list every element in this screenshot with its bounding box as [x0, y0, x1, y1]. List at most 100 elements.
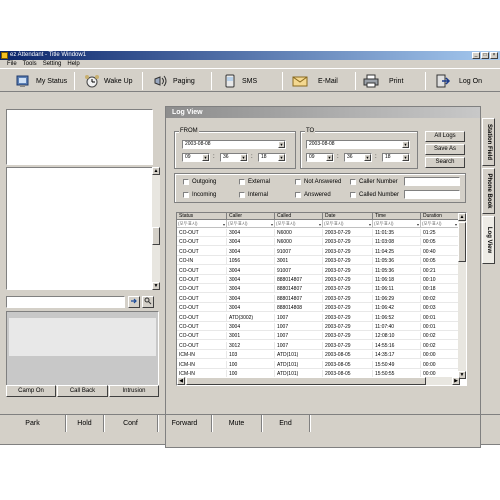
mute-button[interactable]: Mute [212, 415, 262, 432]
table-row[interactable]: CO-OUT 3004 1007 2003-07-29 11:07:40 00:01 [177, 323, 459, 331]
table-row[interactable]: CO-OUT 3004 888014807 2003-07-29 11:06:29 00:… [177, 294, 459, 303]
tab-phone-book[interactable]: Phone Book [482, 168, 495, 214]
table-row[interactable]: CO-OUT 3004 91007 2003-07-29 11:05:36 00:21 [177, 266, 459, 275]
log-table[interactable]: Status Caller Called Date Time Duration (모두표시… [176, 212, 467, 386]
internal-checkbox[interactable]: Internal [239, 192, 268, 198]
table-row[interactable]: CO-OUT 3001 1007 2003-07-29 12:08:10 00:02 [177, 332, 459, 341]
wakeup-icon [85, 75, 99, 88]
filter-icon[interactable]: ▾ [369, 221, 371, 228]
filter-icon[interactable]: ▾ [455, 221, 457, 228]
column-filter[interactable]: (모두표시) ▾ [323, 220, 373, 228]
table-row[interactable]: CO-OUT 3004 888014807 2003-07-29 11:06:11 00:… [177, 285, 459, 294]
column-filter[interactable]: (모두표시) ▾ [177, 220, 227, 228]
close-button[interactable]: × [490, 52, 498, 59]
email-button[interactable]: E-Mail [292, 72, 338, 90]
forward-button[interactable]: Forward [158, 415, 212, 432]
scroll-left-icon[interactable]: ◀ [177, 377, 185, 385]
table-row[interactable]: CO-OUT 3012 1007 2003-07-29 14:55:16 00:02 [177, 341, 459, 350]
to-minute-select[interactable]: 36 ▼ [344, 153, 372, 162]
column-filter[interactable]: (모두표시) ▾ [373, 220, 421, 228]
left-scrollbar[interactable]: ▲ ▼ [152, 167, 160, 290]
log-on-button[interactable]: Log On [435, 72, 482, 90]
from-hour-select[interactable]: 09 ▼ [182, 153, 210, 162]
answered-checkbox[interactable]: Answered [295, 192, 331, 198]
external-checkbox[interactable]: External [239, 179, 270, 185]
outgoing-checkbox[interactable]: Outgoing [183, 179, 216, 185]
to-date-select[interactable]: 2003-08-08 ▼ [306, 140, 410, 149]
scroll-thumb[interactable] [458, 222, 466, 262]
caller-number-input[interactable] [404, 177, 460, 186]
intrusion-button[interactable]: Intrusion [109, 385, 159, 397]
table-cell: CO-OUT [177, 285, 227, 294]
table-vscrollbar[interactable]: ▲ ▼ [458, 213, 466, 379]
called-number-checkbox[interactable]: Called Number [350, 192, 399, 198]
table-row[interactable]: CO-OUT 3004 888014808 2003-07-29 11:06:42 00:… [177, 304, 459, 313]
search-button[interactable] [142, 296, 154, 308]
title-bar[interactable]: ez Attendant - Title Window1 _ □ × [0, 51, 500, 60]
filter-icon[interactable]: ▾ [319, 221, 321, 228]
camp-on-button[interactable]: Camp On [6, 385, 56, 397]
filter-icon[interactable]: ▾ [271, 221, 273, 228]
column-header[interactable]: Called [275, 213, 323, 220]
go-button[interactable] [128, 296, 140, 308]
scroll-thumb[interactable] [152, 227, 160, 245]
tab-station-field[interactable]: Station Field [482, 118, 495, 166]
save-as-button[interactable]: Save As [425, 144, 465, 155]
from-minute-select[interactable]: 36 ▼ [220, 153, 248, 162]
column-filter[interactable]: (모두표시) ▾ [421, 220, 459, 228]
table-row[interactable]: CO-OUT 3004 N6000 2003-07-29 11:01:35 01:25 [177, 229, 459, 237]
search-logs-button[interactable]: Search [425, 157, 465, 168]
table-row[interactable]: CO-IN 1056 3001 2003-07-29 11:05:36 00:05 [177, 257, 459, 266]
table-row[interactable]: CO-OUT 3004 91007 2003-07-29 11:04:25 00:40 [177, 247, 459, 256]
to-second-select[interactable]: 18 ▼ [382, 153, 410, 162]
from-date-select[interactable]: 2003-08-08 ▼ [182, 140, 286, 149]
conf-button[interactable]: Conf [104, 415, 158, 432]
minimize-button[interactable]: _ [472, 52, 480, 59]
menu-tools[interactable]: Tools [23, 60, 37, 68]
filter-icon[interactable]: ▾ [223, 221, 225, 228]
incoming-checkbox[interactable]: Incoming [183, 192, 216, 198]
scroll-up-icon[interactable]: ▲ [458, 213, 466, 221]
my-status-button[interactable]: My Status [16, 72, 67, 90]
scroll-down-icon[interactable]: ▼ [152, 282, 160, 290]
scroll-right-icon[interactable]: ▶ [452, 377, 460, 385]
paging-button[interactable]: Paging [153, 72, 195, 90]
to-hour-select[interactable]: 09 ▼ [306, 153, 334, 162]
all-logs-button[interactable]: All Logs [425, 131, 465, 142]
table-row[interactable]: CO-OUT 3004 888014807 2003-07-29 11:06:18 00:… [177, 276, 459, 284]
table-row[interactable]: CO-OUT 3004 N6000 2003-07-29 11:03:08 00:05 [177, 238, 459, 247]
print-button[interactable]: Print [363, 72, 403, 90]
column-header[interactable]: Date [323, 213, 373, 220]
menu-setting[interactable]: Setting [43, 60, 62, 68]
end-button[interactable]: End [262, 415, 310, 432]
chevron-down-icon: ▼ [402, 141, 409, 148]
called-number-input[interactable] [404, 190, 460, 199]
sms-button[interactable]: SMS [222, 72, 257, 90]
column-header[interactable]: Caller [227, 213, 275, 220]
tab-log-view[interactable]: Log View [482, 216, 495, 264]
from-second-select[interactable]: 18 ▼ [258, 153, 286, 162]
caller-number-checkbox[interactable]: Caller Number [350, 179, 398, 185]
table-hscrollbar[interactable]: ◀ ▶ [177, 377, 460, 385]
park-button[interactable]: Park [0, 415, 66, 432]
menu-help[interactable]: Help [67, 60, 79, 68]
search-input[interactable] [6, 296, 125, 308]
table-row[interactable]: CO-OUT ATD(3002) 1007 2003-07-29 11:06:52 00:… [177, 313, 459, 322]
call-back-button[interactable]: Call Back [57, 385, 108, 397]
hold-button[interactable]: Hold [66, 415, 104, 432]
maximize-button[interactable]: □ [481, 52, 489, 59]
column-header[interactable]: Time [373, 213, 421, 220]
column-filter[interactable]: (모두표시) ▾ [227, 220, 275, 228]
table-row[interactable]: ICM-IN 100 ATD(101) 2003-08-05 15:50:49 00:00 [177, 360, 459, 369]
not-answered-checkbox[interactable]: Not Answered [295, 179, 341, 185]
scroll-thumb[interactable] [186, 377, 426, 385]
column-filter[interactable]: (모두표시) ▾ [275, 220, 323, 228]
scroll-up-icon[interactable]: ▲ [152, 167, 160, 175]
wake-up-button[interactable]: Wake Up [84, 72, 133, 90]
extension-list[interactable] [6, 167, 153, 290]
column-header[interactable]: Duration [421, 213, 459, 220]
filter-icon[interactable]: ▾ [417, 221, 419, 228]
column-header[interactable]: Status [177, 213, 227, 220]
menu-file[interactable]: File [7, 60, 17, 68]
table-row[interactable]: ICM-IN 103 ATD(101) 2003-08-05 14:35:17 00:00 [177, 351, 459, 360]
